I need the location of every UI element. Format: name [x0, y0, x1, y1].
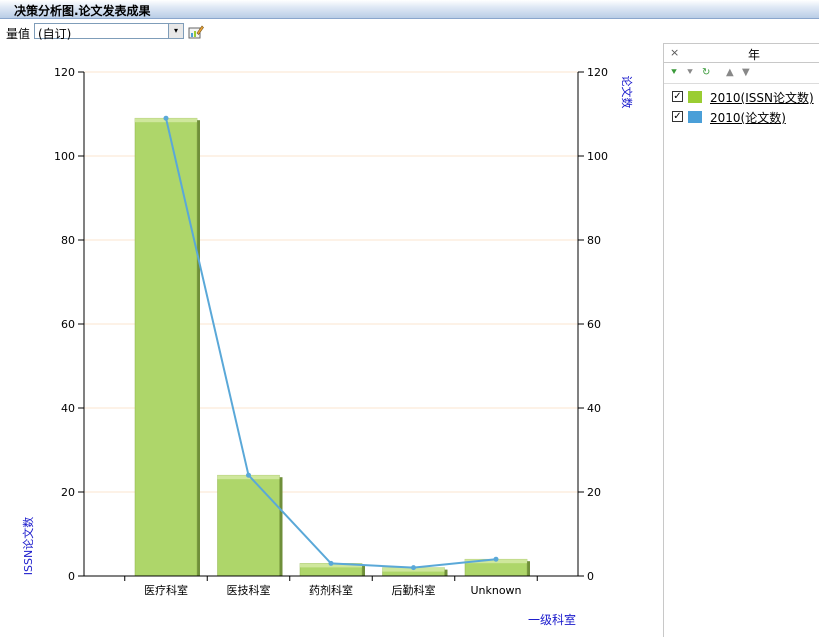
close-icon[interactable]: ×	[670, 46, 679, 59]
legend-swatch	[688, 91, 702, 103]
x-tick-label: 医技科室	[227, 583, 271, 597]
x-tick-label: 药剂科室	[309, 583, 353, 597]
legend-panel: × 年 ⯆ ⯆ ↻ ▲ ▼ ✓ 2010(ISSN论文数) ✓ 2010(论文数)	[663, 43, 819, 637]
collapse-all-icon[interactable]: ⯆	[686, 66, 694, 80]
legend-checkbox[interactable]: ✓	[672, 111, 683, 122]
y-tick-label-left: 60	[61, 318, 75, 331]
line-point	[163, 115, 169, 121]
y-tick-label-right: 40	[587, 402, 601, 415]
line-point	[328, 560, 334, 566]
legend-swatch	[688, 111, 702, 123]
legend-header: × 年	[664, 43, 819, 63]
y-tick-label-right: 20	[587, 486, 601, 499]
y-tick-label-left: 20	[61, 486, 75, 499]
measure-value: (自订)	[38, 27, 72, 41]
y-tick-label-left: 80	[61, 234, 75, 247]
y-axis-title-right: 论文数	[620, 76, 634, 109]
x-tick-label: 医疗科室	[144, 583, 188, 597]
y-axis-title-left: ISSN论文数	[21, 517, 35, 575]
bar	[134, 117, 198, 577]
line-point	[246, 472, 251, 478]
y-tick-label-left: 40	[61, 402, 75, 415]
legend-title: 年	[748, 48, 761, 62]
refresh-icon[interactable]: ↻	[702, 66, 710, 80]
measure-label: 量值	[6, 27, 31, 41]
legend-toolbar: ⯆ ⯆ ↻ ▲ ▼	[670, 66, 819, 80]
expand-all-icon[interactable]: ⯆	[670, 66, 678, 80]
chart-area: 0 20 40 60 80 100 120 0 20 40 60 80 100 120 医疗科室 医技科室 药剂…	[0, 44, 660, 637]
bar-series	[134, 117, 530, 577]
move-down-icon[interactable]: ▼	[742, 66, 750, 80]
legend-item[interactable]: ✓ 2010(ISSN论文数)	[672, 89, 818, 105]
y-tick-label-left: 100	[54, 150, 75, 163]
combo-chart: 0 20 40 60 80 100 120 0 20 40 60 80 100 120 医疗科室 医技科室 药剂…	[21, 66, 634, 627]
series-line	[165, 117, 497, 569]
line-point	[411, 565, 416, 571]
edit-chart-icon[interactable]	[188, 24, 204, 40]
y-tick-label-right: 100	[587, 150, 608, 163]
bar	[217, 474, 280, 577]
chevron-down-icon[interactable]: ▾	[168, 24, 183, 38]
y-tick-label-right: 60	[587, 318, 601, 331]
move-up-icon[interactable]: ▲	[726, 66, 734, 80]
line-point	[493, 556, 499, 562]
y-tick-label-left: 0	[68, 570, 75, 583]
title-bar: 决策分析图.论文发表成果	[0, 0, 819, 19]
y-tick-label-right: 80	[587, 234, 601, 247]
legend-divider	[664, 83, 819, 84]
x-axis-title: 一级科室	[528, 612, 576, 627]
legend-item-label[interactable]: 2010(ISSN论文数)	[710, 89, 814, 106]
axis-labels: 0 20 40 60 80 100 120 0 20 40 60 80 100 120 医疗科室 医技科室 药剂…	[21, 66, 634, 627]
legend-checkbox[interactable]: ✓	[672, 91, 683, 102]
y-tick-label-right: 0	[587, 570, 594, 583]
x-tick-label: 后勤科室	[392, 583, 436, 597]
line-series	[163, 115, 499, 571]
measure-select[interactable]: (自订) ▾	[34, 23, 184, 41]
x-tick-label: Unknown	[470, 584, 521, 597]
window-title: 决策分析图.论文发表成果	[14, 4, 151, 18]
legend-item[interactable]: ✓ 2010(论文数)	[672, 109, 818, 125]
y-tick-label-left: 120	[54, 66, 75, 79]
legend-item-label[interactable]: 2010(论文数)	[710, 109, 786, 126]
measure-toolbar: 量值 (自订) ▾	[0, 22, 400, 42]
y-tick-label-right: 120	[587, 66, 608, 79]
